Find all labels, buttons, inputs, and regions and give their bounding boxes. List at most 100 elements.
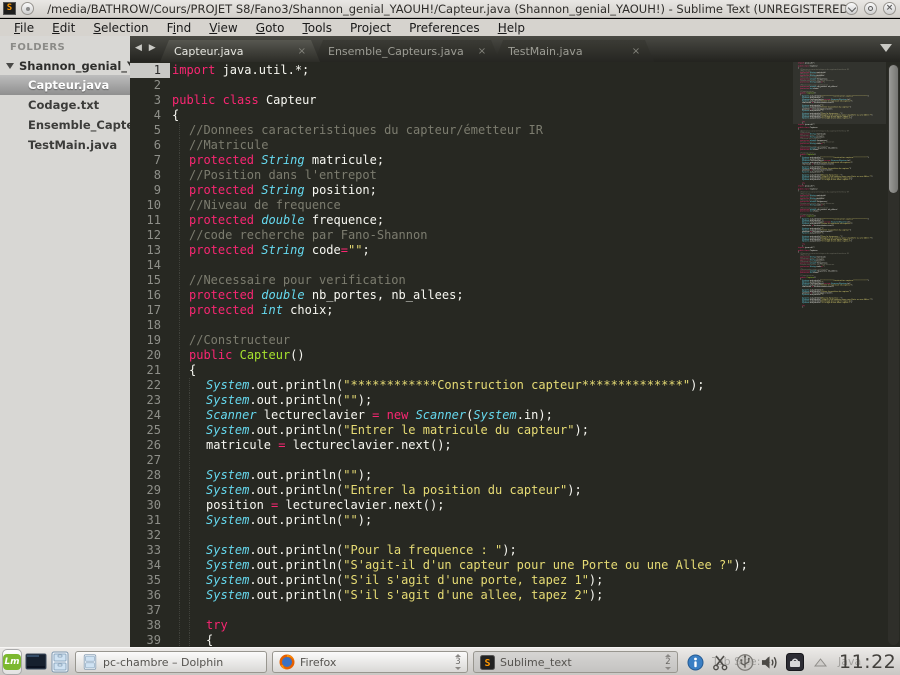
line-number[interactable]: 39 xyxy=(130,633,170,647)
line-number[interactable]: 31 xyxy=(130,513,170,528)
close-icon[interactable]: × xyxy=(298,46,306,57)
code-line[interactable]: 37 xyxy=(130,603,748,618)
menu-selection[interactable]: Selection xyxy=(85,21,156,35)
taskbar-item-pc-chambre-dolphin[interactable]: pc-chambre – Dolphin xyxy=(75,651,267,673)
line-number[interactable]: 35 xyxy=(130,573,170,588)
window-titlebar[interactable]: S /media/BATHROW/Cours/PROJET S8/Fano3/S… xyxy=(0,0,900,18)
code-line[interactable]: 9protected String position; xyxy=(130,183,748,198)
code-line[interactable]: 32 xyxy=(130,528,748,543)
code-line[interactable]: 3public class Capteur xyxy=(130,93,748,108)
device-notifier-tray-icon[interactable] xyxy=(736,653,754,671)
line-number[interactable]: 2 xyxy=(130,78,170,93)
line-number[interactable]: 36 xyxy=(130,588,170,603)
code-line[interactable]: 15//Necessaire pour verification xyxy=(130,273,748,288)
line-number[interactable]: 21 xyxy=(130,363,170,378)
code-area[interactable]: 1import java.util.*;23public class Capte… xyxy=(130,62,900,647)
code-line[interactable]: 11protected double frequence; xyxy=(130,213,748,228)
line-number[interactable]: 19 xyxy=(130,333,170,348)
tab-capteur-java[interactable]: Capteur.java× xyxy=(160,40,320,62)
line-number[interactable]: 15 xyxy=(130,273,170,288)
maximize-button[interactable] xyxy=(864,2,877,15)
file-manager-launcher[interactable] xyxy=(50,650,70,674)
terminal-launcher[interactable] xyxy=(25,650,47,674)
line-number[interactable]: 20 xyxy=(130,348,170,363)
line-number[interactable]: 23 xyxy=(130,393,170,408)
code-line[interactable]: 27 xyxy=(130,453,748,468)
menu-preferences[interactable]: Preferences xyxy=(401,21,488,35)
code-line[interactable]: 30position = lectureclavier.next(); xyxy=(130,498,748,513)
code-line[interactable]: 26matricule = lectureclavier.next(); xyxy=(130,438,748,453)
tab-overflow-dropdown-icon[interactable] xyxy=(880,44,892,52)
line-number[interactable]: 5 xyxy=(130,123,170,138)
code-line[interactable]: 1import java.util.*; xyxy=(130,63,748,78)
code-line[interactable]: 36System.out.println("S'il s'agit d'une … xyxy=(130,588,748,603)
mint-menu-button[interactable]: Lm xyxy=(2,649,22,675)
line-number[interactable]: 28 xyxy=(130,468,170,483)
close-icon[interactable]: × xyxy=(478,46,486,57)
sidebar-item-capteur-java[interactable]: Capteur.java xyxy=(0,75,130,95)
klipper-tray-icon[interactable] xyxy=(711,653,729,671)
minimize-button[interactable] xyxy=(845,2,858,15)
code-line[interactable]: 24Scanner lectureclavier = new Scanner(S… xyxy=(130,408,748,423)
code-line[interactable]: 31System.out.println(""); xyxy=(130,513,748,528)
line-number[interactable]: 25 xyxy=(130,423,170,438)
tab-ensemble-capteurs-java[interactable]: Ensemble_Capteurs.java× xyxy=(314,40,500,62)
code-line[interactable]: 39{ xyxy=(793,306,885,308)
line-number[interactable]: 7 xyxy=(130,153,170,168)
code-line[interactable]: 12//code recherche par Fano-Shannon xyxy=(130,228,748,243)
tab-scroll-arrows[interactable]: ◀ ▶ xyxy=(135,43,158,53)
code-line[interactable]: 17protected int choix; xyxy=(130,303,748,318)
code-line[interactable]: 8//Position dans l'entrepot xyxy=(130,168,748,183)
menu-help[interactable]: Help xyxy=(490,21,533,35)
code-line[interactable]: 22System.out.println("************Constr… xyxy=(130,378,748,393)
line-number[interactable]: 4 xyxy=(130,108,170,123)
line-number[interactable]: 11 xyxy=(130,213,170,228)
line-number[interactable]: 22 xyxy=(130,378,170,393)
code-line[interactable]: 20public Capteur() xyxy=(130,348,748,363)
close-icon[interactable]: × xyxy=(632,46,640,57)
line-number[interactable]: 17 xyxy=(130,303,170,318)
menu-find[interactable]: Find xyxy=(159,21,200,35)
line-number[interactable]: 33 xyxy=(130,543,170,558)
code-line[interactable]: 39{ xyxy=(130,633,748,647)
taskbar-item-firefox[interactable]: Firefox3 xyxy=(272,651,468,673)
code-line[interactable]: 18 xyxy=(130,318,748,333)
line-number[interactable]: 13 xyxy=(130,243,170,258)
code-line[interactable]: 33System.out.println("Pour la frequence … xyxy=(130,543,748,558)
code-line[interactable]: 6//Matricule xyxy=(130,138,748,153)
line-number[interactable]: 3 xyxy=(130,93,170,108)
line-number[interactable]: 10 xyxy=(130,198,170,213)
line-number[interactable]: 32 xyxy=(130,528,170,543)
code-line[interactable]: 4{ xyxy=(130,108,748,123)
line-number[interactable]: 14 xyxy=(130,258,170,273)
code-line[interactable]: 14 xyxy=(130,258,748,273)
code-line[interactable]: 10//Niveau de frequence xyxy=(130,198,748,213)
taskbar-item-sublime-text[interactable]: SSublime_text2 xyxy=(473,651,678,673)
line-number[interactable]: 34 xyxy=(130,558,170,573)
code-line[interactable]: 21{ xyxy=(130,363,748,378)
line-number[interactable]: 24 xyxy=(130,408,170,423)
line-number[interactable]: 6 xyxy=(130,138,170,153)
code-line[interactable]: 13protected String code=""; xyxy=(130,243,748,258)
tray-expander[interactable] xyxy=(811,653,829,671)
line-number[interactable]: 30 xyxy=(130,498,170,513)
menu-edit[interactable]: Edit xyxy=(44,21,83,35)
sidebar-item-ensemble-capteurs[interactable]: Ensemble_Capteurs xyxy=(0,115,130,135)
sidebar-item-codage-txt[interactable]: Codage.txt xyxy=(0,95,130,115)
code-line[interactable]: 5//Donnees caracteristiques du capteur/é… xyxy=(130,123,748,138)
close-button[interactable]: × xyxy=(883,2,896,15)
sidebar-root-folder[interactable]: Shannon_genial_YAOUH xyxy=(0,57,130,75)
volume-tray-icon[interactable] xyxy=(761,653,779,671)
line-number[interactable]: 16 xyxy=(130,288,170,303)
line-number[interactable]: 9 xyxy=(130,183,170,198)
menu-tools[interactable]: Tools xyxy=(294,21,340,35)
sidebar-item-testmain-java[interactable]: TestMain.java xyxy=(0,135,130,155)
tab-testmain-java[interactable]: TestMain.java× xyxy=(494,40,654,62)
menu-view[interactable]: View xyxy=(201,21,245,35)
minimap[interactable]: 1import java.util.*;23public class Capte… xyxy=(793,62,886,647)
line-number[interactable]: 8 xyxy=(130,168,170,183)
code-line[interactable]: 34System.out.println("S'agit-il d'un cap… xyxy=(130,558,748,573)
package-tray-icon[interactable] xyxy=(786,653,804,671)
clock[interactable]: 11:22 xyxy=(839,651,896,673)
code-line[interactable]: 38try xyxy=(130,618,748,633)
